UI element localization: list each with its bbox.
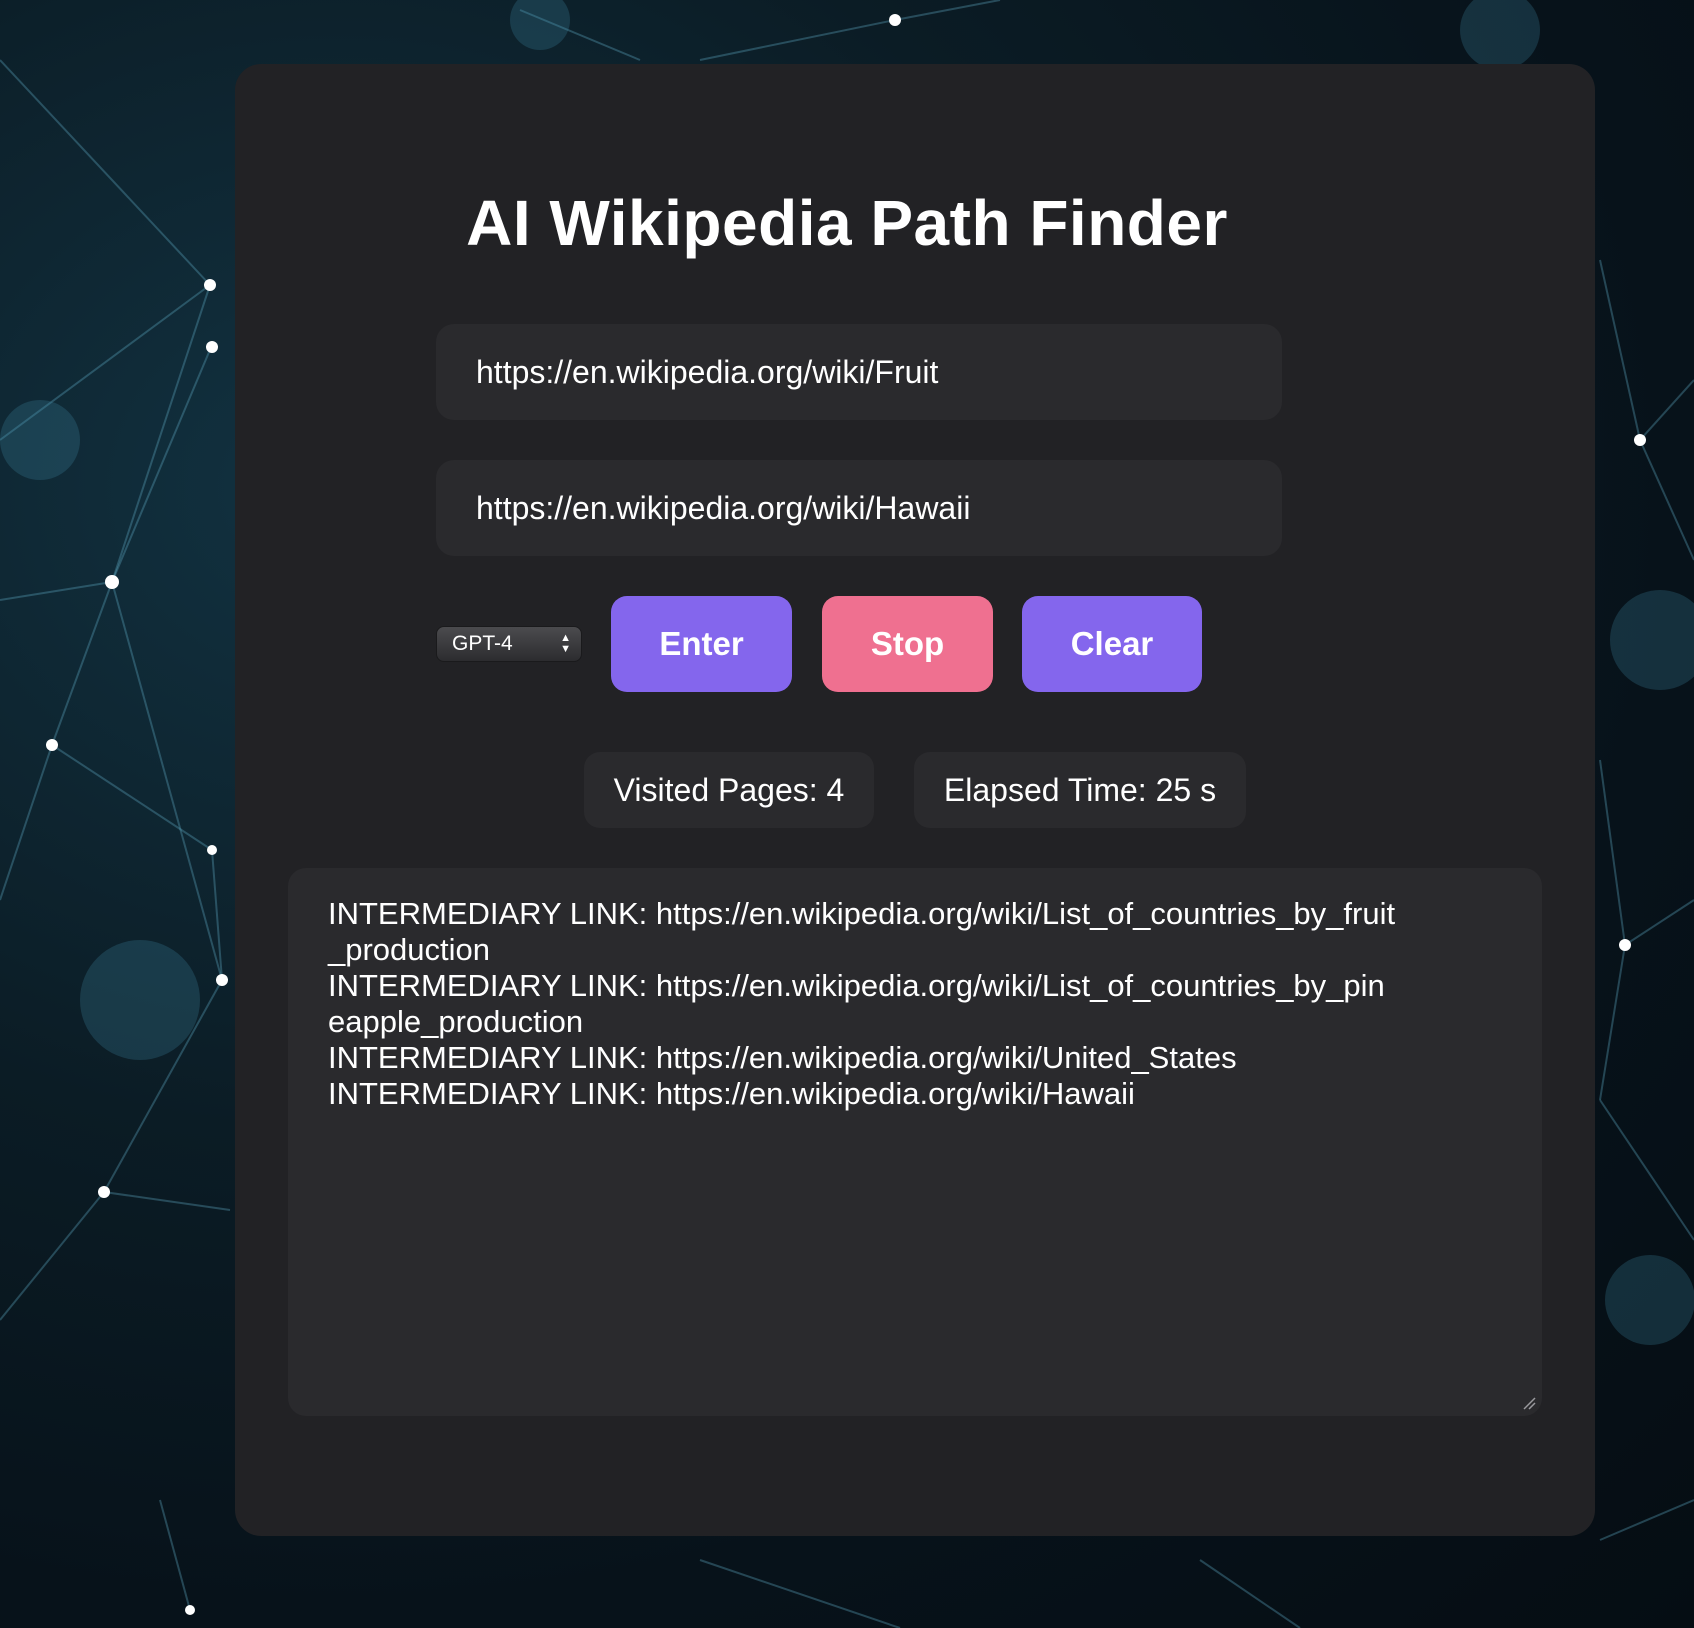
model-select-value: GPT-4 — [452, 632, 513, 655]
enter-button[interactable]: Enter — [611, 596, 792, 692]
log-line: INTERMEDIARY LINK: https://en.wikipedia.… — [328, 1040, 1237, 1075]
resize-handle-icon[interactable] — [1522, 1396, 1536, 1410]
target-url-input[interactable] — [436, 460, 1282, 556]
up-down-chevron-icon: ▲ ▼ — [560, 632, 571, 655]
output-log-textarea[interactable]: INTERMEDIARY LINK: https://en.wikipedia.… — [288, 868, 1542, 1416]
log-line: INTERMEDIARY LINK: https://en.wikipedia.… — [328, 1076, 1135, 1111]
stop-button[interactable]: Stop — [822, 596, 993, 692]
clear-button[interactable]: Clear — [1022, 596, 1202, 692]
elapsed-time-badge: Elapsed Time: 25 s — [914, 752, 1246, 828]
log-line: INTERMEDIARY LINK: https://en.wikipedia.… — [328, 896, 1396, 967]
model-select[interactable]: GPT-4 ▲ ▼ — [436, 626, 582, 662]
start-url-input[interactable] — [436, 324, 1282, 420]
visited-pages-badge: Visited Pages: 4 — [584, 752, 874, 828]
page-title: AI Wikipedia Path Finder — [466, 187, 1228, 259]
log-line: INTERMEDIARY LINK: https://en.wikipedia.… — [328, 968, 1385, 1039]
